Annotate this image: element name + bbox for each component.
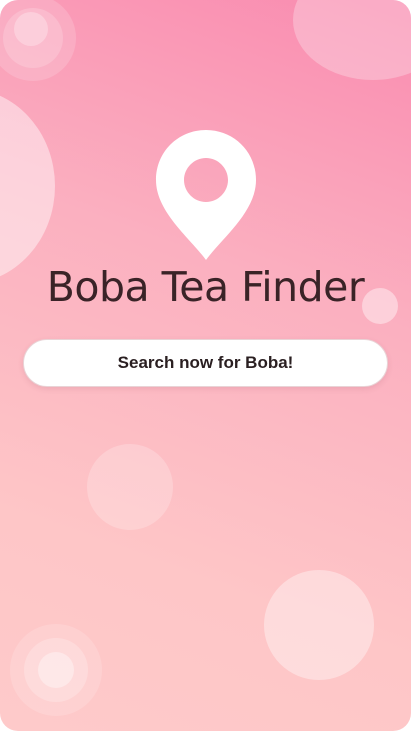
- decorative-bubble: [14, 12, 48, 46]
- app-title: Boba Tea Finder: [46, 263, 365, 311]
- decorative-bubble: [293, 0, 411, 80]
- location-pin-icon: [154, 128, 258, 262]
- search-now-button-label: Search now for Boba!: [117, 353, 294, 372]
- splash-screen: Boba Tea Finder Search now for Boba!: [0, 0, 411, 731]
- decorative-bubble: [0, 88, 55, 284]
- decorative-bubble: [87, 444, 173, 530]
- search-now-button[interactable]: Search now for Boba!: [23, 339, 388, 387]
- decorative-bubble: [38, 652, 74, 688]
- decorative-bubble: [264, 570, 374, 680]
